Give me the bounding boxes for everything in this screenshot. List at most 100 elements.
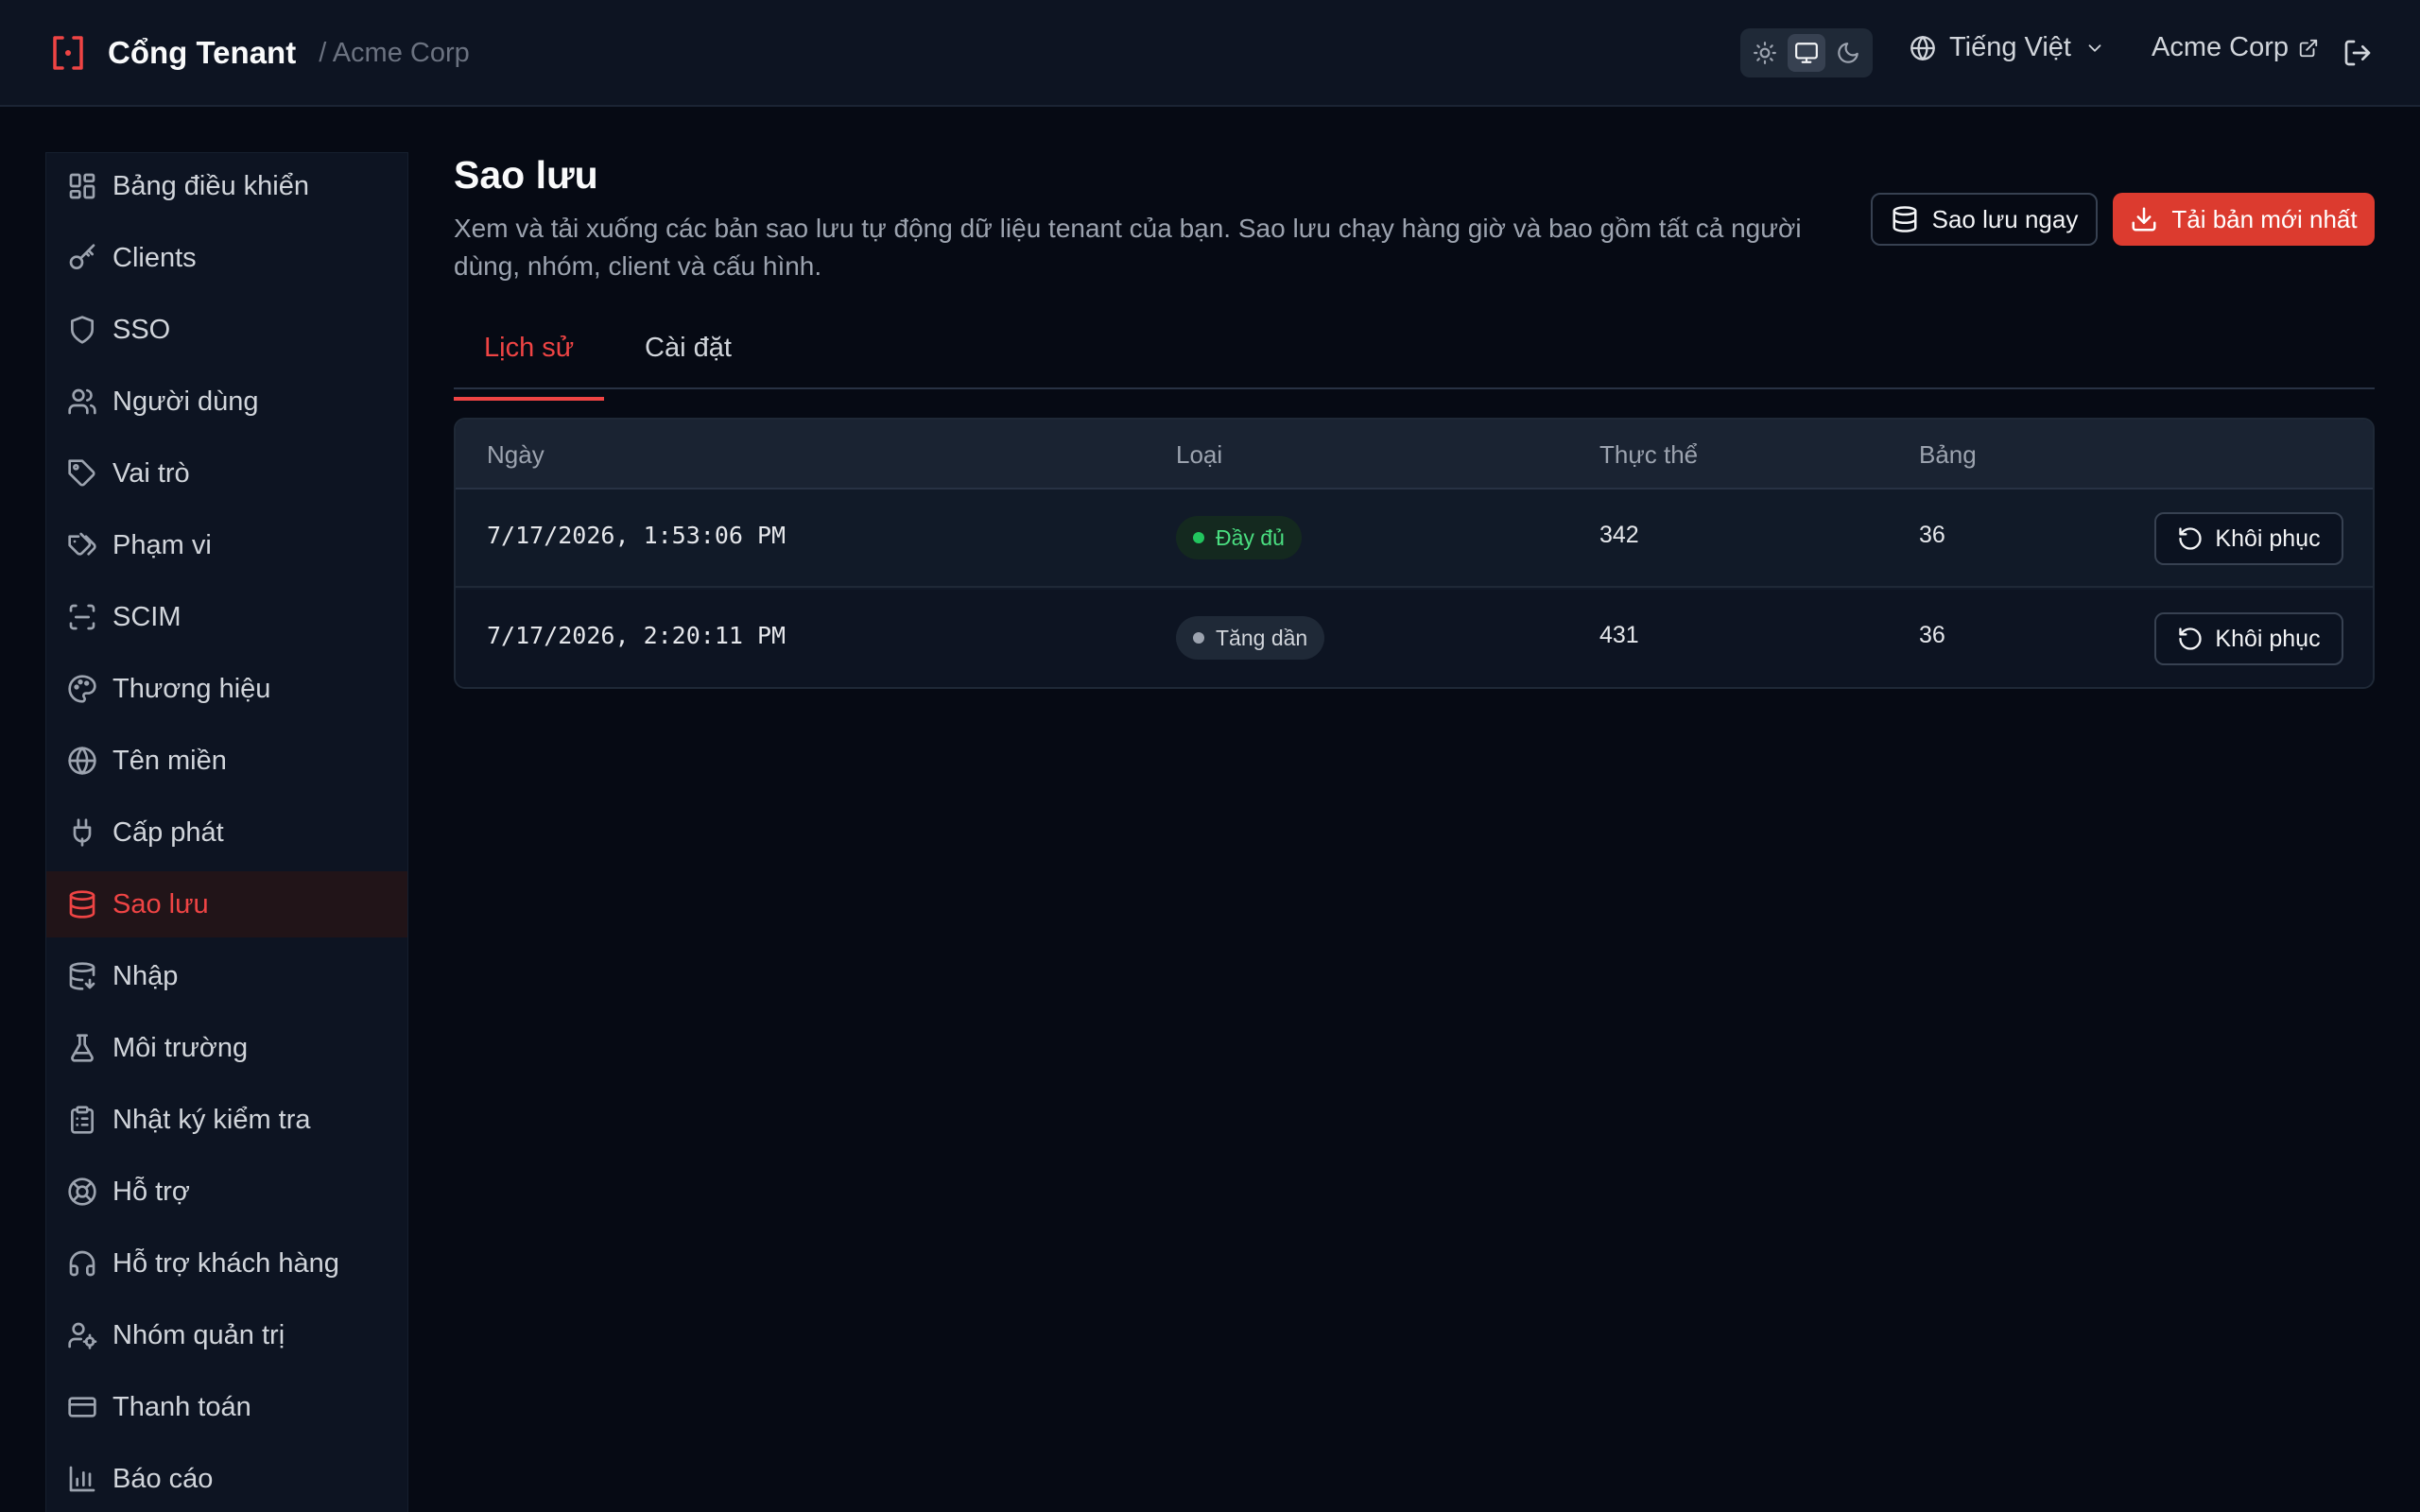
backup-date: 7/17/2026, 2:20:11 PM: [487, 622, 786, 649]
sidebar-item-dashboard[interactable]: Bảng điều khiển: [46, 153, 407, 219]
logout-button[interactable]: [2342, 38, 2373, 68]
backup-now-button[interactable]: Sao lưu ngay: [1871, 193, 2098, 246]
restore-label: Khôi phục: [2215, 524, 2321, 552]
page-title: Sao lưu: [454, 153, 598, 197]
scan-icon: [69, 604, 95, 630]
org-label: Acme Corp: [2152, 32, 2290, 62]
sidebar-item-label: Cấp phát: [112, 816, 224, 848]
column-header-type: Loại: [1176, 440, 1223, 469]
table-row: 7/17/2026, 2:20:11 PM Tăng dần 431 36 Kh…: [456, 590, 2373, 687]
sidebar-item-label: Hỗ trợ khách hàng: [112, 1247, 339, 1279]
sidebar: Bảng điều khiển Clients SSO Người dùng V…: [45, 152, 408, 1512]
sidebar-item-label: Nhóm quản trị: [112, 1319, 285, 1350]
globe-icon: [68, 747, 96, 775]
logout-icon: [2344, 40, 2371, 66]
status-badge: Đầy đủ: [1176, 516, 1302, 559]
theme-toggle: [1740, 28, 1873, 77]
system-theme-button[interactable]: [1788, 34, 1825, 72]
table-row: 7/17/2026, 1:53:06 PM Đầy đủ 342 36 Khôi…: [456, 490, 2373, 588]
shield-icon: [71, 316, 94, 344]
tabs: Lịch sử Cài đặt: [454, 321, 2375, 401]
rotate-ccw-icon: [2179, 627, 2203, 650]
sidebar-item-provisioning[interactable]: Cấp phát: [46, 799, 407, 866]
light-theme-button[interactable]: [1746, 34, 1784, 72]
user-cog-icon: [68, 1322, 97, 1349]
clipboard-icon: [71, 1106, 94, 1134]
language-label: Tiếng Việt: [1949, 32, 2071, 62]
sidebar-item-import[interactable]: Nhập: [46, 943, 407, 1009]
sidebar-item-sso[interactable]: SSO: [46, 297, 407, 363]
sidebar-item-audit-log[interactable]: Nhật ký kiểm tra: [46, 1087, 407, 1153]
sidebar-item-label: Sao lưu: [112, 888, 209, 919]
sidebar-item-label: SSO: [112, 314, 171, 345]
globe-icon: [1910, 35, 1935, 60]
sidebar-item-label: Clients: [112, 242, 197, 273]
bar-chart-icon: [69, 1466, 95, 1492]
dark-theme-button[interactable]: [1829, 34, 1867, 72]
sidebar-item-clients[interactable]: Clients: [46, 225, 407, 291]
sidebar-item-label: Nhật ký kiểm tra: [112, 1104, 311, 1135]
palette-icon: [68, 675, 96, 703]
org-link[interactable]: Acme Corp: [2152, 32, 2319, 63]
badge-label: Tăng dần: [1216, 625, 1308, 650]
dashboard-icon: [69, 173, 95, 199]
sidebar-item-label: Thương hiệu: [112, 673, 271, 704]
sidebar-item-label: Người dùng: [112, 386, 259, 417]
sidebar-item-billing[interactable]: Thanh toán: [46, 1374, 407, 1440]
restore-button[interactable]: Khôi phục: [2154, 612, 2343, 665]
sidebar-item-label: Báo cáo: [112, 1463, 214, 1494]
sidebar-item-label: Vai trò: [112, 457, 190, 489]
database-import-icon: [69, 962, 95, 990]
language-selector[interactable]: Tiếng Việt: [1910, 32, 2105, 63]
status-dot: [1193, 632, 1204, 644]
download-latest-button[interactable]: Tải bản mới nhất: [2113, 193, 2375, 246]
sidebar-item-customer-support[interactable]: Hỗ trợ khách hàng: [46, 1230, 407, 1297]
sidebar-item-label: Tên miền: [112, 745, 227, 776]
sidebar-item-users[interactable]: Người dùng: [46, 369, 407, 435]
sidebar-item-label: Phạm vi: [112, 529, 212, 560]
badge-label: Đầy đủ: [1216, 524, 1285, 550]
column-header-date: Ngày: [487, 440, 544, 469]
lifebuoy-icon: [68, 1177, 96, 1206]
top-header: Cổng Tenant / Acme Corp Tiếng Việt Acme …: [0, 0, 2420, 107]
status-dot: [1193, 532, 1204, 543]
sidebar-item-reports[interactable]: Báo cáo: [46, 1446, 407, 1512]
key-icon: [69, 244, 95, 269]
sidebar-item-label: Bảng điều khiển: [112, 170, 309, 201]
sidebar-item-environments[interactable]: Môi trường: [46, 1015, 407, 1081]
tab-history[interactable]: Lịch sử: [454, 333, 605, 401]
rotate-ccw-icon: [2179, 527, 2203, 550]
download-icon: [2132, 207, 2156, 232]
sidebar-item-backup[interactable]: Sao lưu: [46, 871, 407, 937]
backup-date: 7/17/2026, 1:53:06 PM: [487, 522, 786, 549]
page-description: Xem và tải xuống các bản sao lưu tự động…: [454, 214, 1802, 281]
sidebar-item-scim[interactable]: SCIM: [46, 584, 407, 650]
credit-card-icon: [68, 1397, 96, 1418]
status-badge: Tăng dần: [1176, 616, 1325, 660]
sidebar-item-branding[interactable]: Thương hiệu: [46, 656, 407, 722]
brand[interactable]: Cổng Tenant / Acme Corp: [51, 34, 470, 72]
restore-button[interactable]: Khôi phục: [2154, 512, 2343, 565]
flask-icon: [71, 1034, 94, 1062]
sidebar-item-label: Hỗ trợ: [112, 1176, 190, 1207]
headset-icon: [69, 1250, 95, 1277]
sidebar-item-scopes[interactable]: Phạm vi: [46, 512, 407, 578]
tab-settings[interactable]: Cài đặt: [614, 333, 762, 389]
plug-icon: [73, 818, 92, 847]
sidebar-item-label: SCIM: [112, 601, 182, 632]
tags-icon: [68, 532, 96, 556]
database-icon: [69, 890, 95, 919]
sidebar-item-domains[interactable]: Tên miền: [46, 728, 407, 794]
table-count: 36: [1919, 522, 1945, 548]
entity-count: 431: [1599, 622, 1639, 648]
sidebar-item-admin-groups[interactable]: Nhóm quản trị: [46, 1302, 407, 1368]
breadcrumb: / Acme Corp: [319, 37, 470, 68]
table-header: Ngày Loại Thực thể Bảng: [456, 420, 2373, 490]
sidebar-item-support[interactable]: Hỗ trợ: [46, 1159, 407, 1225]
external-link-icon: [2299, 39, 2318, 57]
column-header-entities: Thực thể: [1599, 440, 1699, 469]
chevron-down-icon: [2088, 43, 2101, 52]
entity-count: 342: [1599, 522, 1639, 548]
sidebar-item-roles[interactable]: Vai trò: [46, 440, 407, 507]
database-icon: [1893, 206, 1917, 232]
